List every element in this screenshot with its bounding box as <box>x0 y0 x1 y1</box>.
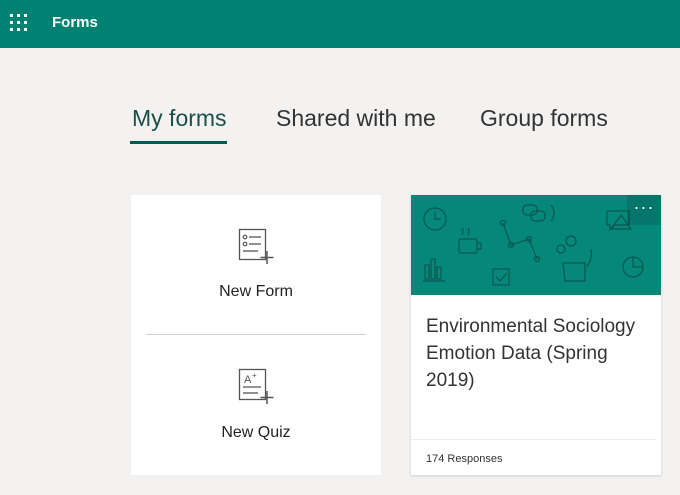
new-form-icon <box>238 228 274 264</box>
more-options-icon[interactable]: ··· <box>627 195 661 225</box>
card-divider <box>411 439 656 440</box>
svg-text:A: A <box>244 374 252 386</box>
form-banner: ··· <box>411 195 661 295</box>
new-quiz-button[interactable]: A + New Quiz <box>131 335 381 475</box>
tab-bar: My forms Shared with me Group forms <box>0 105 680 147</box>
banner-pattern-icon <box>423 204 644 286</box>
active-tab-indicator <box>130 141 227 144</box>
new-card: New Form A + New Quiz <box>131 195 381 475</box>
new-quiz-label: New Quiz <box>221 424 291 441</box>
new-form-button[interactable]: New Form <box>131 195 381 335</box>
top-bar: Forms <box>0 0 680 48</box>
new-form-label: New Form <box>219 283 293 300</box>
form-title: Environmental Sociology Emotion Data (Sp… <box>426 316 636 391</box>
response-count: 174 Responses <box>426 453 503 465</box>
waffle-icon[interactable] <box>10 14 30 34</box>
tab-group-forms[interactable]: Group forms <box>480 105 608 132</box>
new-quiz-icon: A + <box>238 368 274 404</box>
tab-shared-with-me[interactable]: Shared with me <box>276 105 436 132</box>
svg-text:+: + <box>252 371 257 380</box>
form-card[interactable]: ··· Environmental Sociology Emotion Data… <box>411 195 661 475</box>
app-title[interactable]: Forms <box>52 14 98 31</box>
tab-my-forms[interactable]: My forms <box>132 105 227 132</box>
